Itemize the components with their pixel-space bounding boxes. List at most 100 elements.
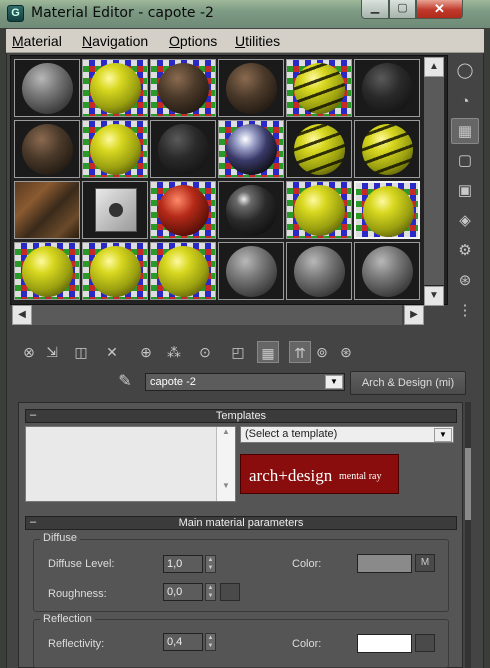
material-name-dropdown-icon[interactable]: ▼ <box>325 375 343 389</box>
material-preview-sphere <box>226 246 277 297</box>
material-slot[interactable] <box>14 120 80 178</box>
reflection-color-swatch[interactable] <box>357 634 412 653</box>
template-select-value: (Select a template) <box>245 428 338 440</box>
material-preview-sphere <box>22 63 73 114</box>
cube-preview <box>95 188 137 232</box>
put-to-library-icon[interactable]: ⁂ <box>163 341 185 363</box>
material-map-navigator-icon[interactable]: ⋮ <box>451 298 479 324</box>
material-slot[interactable] <box>14 59 80 117</box>
material-type-button[interactable]: Arch & Design (mi) <box>350 371 466 395</box>
rollout-scrollbar[interactable] <box>465 402 471 668</box>
select-by-material-icon[interactable]: ⊛ <box>451 268 479 294</box>
diffuse-group-label: Diffuse <box>40 532 81 544</box>
make-preview-icon[interactable]: ◈ <box>451 208 479 234</box>
material-preview-sphere <box>22 246 73 297</box>
template-dropdown-icon[interactable]: ▼ <box>434 428 452 442</box>
material-preview-sphere <box>226 63 277 114</box>
material-slot[interactable] <box>82 120 148 178</box>
app-icon[interactable]: G <box>7 5 24 22</box>
material-slot[interactable] <box>150 242 216 300</box>
material-slot[interactable] <box>354 59 420 117</box>
make-unique-icon[interactable]: ⊕ <box>135 341 157 363</box>
menu-navigation[interactable]: Navigation <box>82 33 148 49</box>
material-preview-sphere <box>158 185 209 236</box>
template-select[interactable]: (Select a template) ▼ <box>240 426 454 443</box>
sample-uv-tiling-icon[interactable]: ▢ <box>451 148 479 174</box>
menu-bar: Material Navigation Options Utilities <box>6 29 484 53</box>
material-slot[interactable] <box>82 59 148 117</box>
show-map-in-viewport-icon[interactable]: ◰ <box>227 341 249 363</box>
material-slot[interactable] <box>286 59 352 117</box>
diffuse-map-button[interactable]: M <box>415 554 435 572</box>
material-slot[interactable] <box>354 242 420 300</box>
material-slot[interactable] <box>14 181 80 239</box>
slots-scroll-left-button[interactable]: ◀ <box>12 305 32 325</box>
minimize-button[interactable]: ▁ <box>361 0 389 19</box>
diffuse-level-input[interactable]: 1,0 <box>163 555 203 573</box>
slots-horizontal-scrollbar[interactable] <box>32 305 402 325</box>
reset-map-icon[interactable]: ✕ <box>101 341 123 363</box>
backlight-icon[interactable]: ◔ <box>451 89 479 115</box>
material-slot[interactable] <box>150 59 216 117</box>
material-preview-sphere <box>363 186 414 237</box>
material-slot[interactable] <box>150 181 216 239</box>
material-slot[interactable] <box>150 120 216 178</box>
slots-scroll-up-button[interactable]: ▲ <box>424 57 444 77</box>
options-icon[interactable]: ⚙ <box>451 238 479 264</box>
material-name-value: capote -2 <box>150 376 196 388</box>
roughness-map-button[interactable] <box>220 583 240 601</box>
go-to-parent-icon[interactable]: ⇈ <box>289 341 311 363</box>
material-slot[interactable] <box>354 120 420 178</box>
material-preview-sphere <box>362 124 413 175</box>
sample-type-sphere-icon[interactable]: ◯ <box>451 58 479 84</box>
logo-main-text: arch+design <box>249 466 333 485</box>
slots-scroll-right-button[interactable]: ▶ <box>404 305 424 325</box>
templates-list-scrollbar[interactable]: ▲ ▼ <box>216 427 235 501</box>
diffuse-level-spinner[interactable]: ▲ ▼ <box>205 555 216 573</box>
material-slot[interactable] <box>286 120 352 178</box>
maximize-button[interactable]: ▢ <box>389 0 416 19</box>
roughness-spinner[interactable]: ▲ ▼ <box>205 583 216 601</box>
material-slot[interactable] <box>218 181 284 239</box>
put-to-scene-icon[interactable]: ⇲ <box>41 341 63 363</box>
assign-to-selection-icon[interactable]: ◫ <box>70 341 92 363</box>
material-slot[interactable] <box>354 181 420 239</box>
reflection-group-label: Reflection <box>40 613 95 625</box>
pick-material-eyedropper-icon[interactable]: ✎ <box>114 371 136 393</box>
get-material-icon[interactable]: ⊗ <box>18 341 40 363</box>
templates-list[interactable] <box>25 426 236 502</box>
material-slot[interactable] <box>218 59 284 117</box>
video-color-check-icon[interactable]: ▣ <box>451 178 479 204</box>
main-params-rollout-header[interactable]: – Main material parameters <box>25 516 457 530</box>
slots-vertical-scrollbar[interactable] <box>424 77 444 285</box>
background-checker-icon[interactable]: ▦ <box>451 118 479 144</box>
reflectivity-input[interactable]: 0,4 <box>163 633 203 651</box>
menu-options[interactable]: Options <box>169 33 217 49</box>
material-preview-sphere <box>90 63 141 114</box>
slots-scroll-down-button[interactable]: ▼ <box>424 286 444 306</box>
menu-material[interactable]: Material <box>12 33 62 49</box>
material-preview-sphere <box>90 246 141 297</box>
material-slot[interactable] <box>218 120 284 178</box>
material-slot[interactable] <box>286 242 352 300</box>
show-end-result-icon[interactable]: ▦ <box>257 341 279 363</box>
menu-utilities[interactable]: Utilities <box>235 33 280 49</box>
material-slot[interactable] <box>82 242 148 300</box>
roughness-input[interactable]: 0,0 <box>163 583 203 601</box>
show-map-navigator-icon[interactable]: ⊛ <box>335 341 357 363</box>
rollout-scrollbar-thumb[interactable] <box>465 448 471 520</box>
reflection-color-map-button[interactable] <box>415 634 435 652</box>
logo-sub-text: mental ray <box>339 471 382 482</box>
material-id-channel-icon[interactable]: ⊙ <box>194 341 216 363</box>
window-title: Material Editor - capote -2 <box>31 5 214 21</box>
material-slot[interactable] <box>218 242 284 300</box>
templates-rollout-header[interactable]: – Templates <box>25 409 457 423</box>
material-name-field[interactable]: capote -2 ▼ <box>145 373 345 391</box>
close-button[interactable]: ✕ <box>416 0 463 19</box>
reflectivity-spinner[interactable]: ▲ ▼ <box>205 633 216 651</box>
material-slot[interactable] <box>14 242 80 300</box>
diffuse-color-swatch[interactable] <box>357 554 412 573</box>
material-slot[interactable] <box>286 181 352 239</box>
material-slot[interactable] <box>82 181 148 239</box>
go-to-sibling-icon[interactable]: ⊚ <box>311 341 333 363</box>
